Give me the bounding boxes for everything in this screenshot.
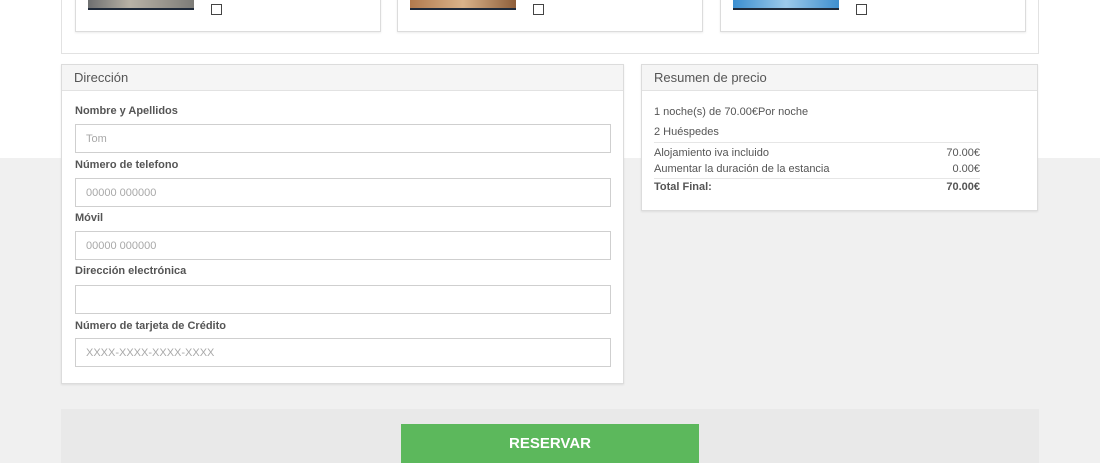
booking-action-bar: RESERVAR bbox=[61, 409, 1039, 463]
room-card bbox=[397, 0, 703, 32]
price-row-lodging: Alojamiento iva incluido 70.00€ bbox=[654, 147, 980, 159]
room-selection-section bbox=[61, 0, 1039, 54]
reserve-button[interactable]: RESERVAR bbox=[401, 424, 699, 463]
phone-input[interactable] bbox=[75, 178, 611, 207]
address-panel-title: Dirección bbox=[62, 65, 623, 91]
price-row-extension: Aumentar la duración de la estancia 0.00… bbox=[654, 163, 980, 175]
room-select-checkbox[interactable] bbox=[533, 4, 544, 15]
nights-line: 1 noche(s) de 70.00€Por noche bbox=[654, 106, 809, 118]
email-label: Dirección electrónica bbox=[75, 265, 187, 277]
credit-card-label: Número de tarjeta de Crédito bbox=[75, 320, 226, 332]
room-card bbox=[720, 0, 1026, 32]
full-name-label: Nombre y Apellidos bbox=[75, 105, 178, 117]
price-row-value: 0.00€ bbox=[952, 163, 980, 175]
room-select-checkbox[interactable] bbox=[856, 4, 867, 15]
address-panel: Dirección Nombre y Apellidos Número de t… bbox=[61, 64, 624, 384]
price-row-value: 70.00€ bbox=[946, 147, 980, 159]
email-input[interactable] bbox=[75, 285, 611, 314]
total-label: Total Final: bbox=[654, 181, 712, 193]
phone-label: Número de telefono bbox=[75, 159, 179, 171]
price-row-total: Total Final: 70.00€ bbox=[654, 181, 980, 193]
price-row-label: Alojamiento iva incluido bbox=[654, 147, 769, 159]
room-select-checkbox[interactable] bbox=[211, 4, 222, 15]
room-thumbnail bbox=[410, 0, 516, 10]
mobile-input[interactable] bbox=[75, 231, 611, 260]
price-summary-panel: Resumen de precio 1 noche(s) de 70.00€Po… bbox=[641, 64, 1038, 211]
price-divider bbox=[654, 178, 980, 179]
price-summary-title: Resumen de precio bbox=[642, 65, 1037, 91]
room-card bbox=[75, 0, 381, 32]
room-thumbnail bbox=[88, 0, 194, 10]
full-name-input[interactable] bbox=[75, 124, 611, 153]
mobile-label: Móvil bbox=[75, 212, 104, 224]
price-divider bbox=[654, 142, 980, 143]
price-row-label: Aumentar la duración de la estancia bbox=[654, 163, 830, 175]
room-thumbnail bbox=[733, 0, 839, 10]
total-value: 70.00€ bbox=[946, 181, 980, 193]
guests-line: 2 Huéspedes bbox=[654, 126, 719, 138]
credit-card-input[interactable] bbox=[75, 338, 611, 367]
